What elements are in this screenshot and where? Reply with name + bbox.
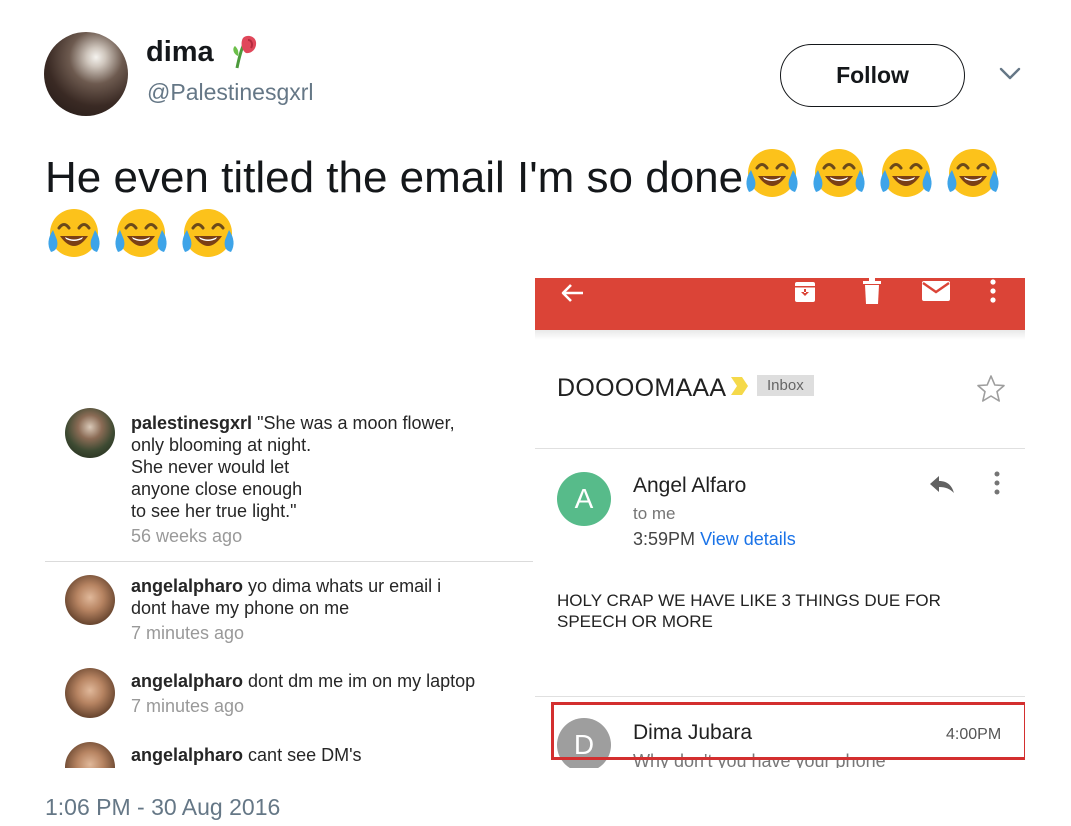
- archive-icon[interactable]: [793, 280, 817, 304]
- reply-icon[interactable]: [929, 474, 955, 494]
- message-time: 3:59PM View details: [633, 529, 796, 550]
- message-more-icon[interactable]: [993, 470, 1001, 496]
- display-name[interactable]: dima: [146, 36, 214, 69]
- sender-avatar[interactable]: A: [557, 472, 611, 526]
- comment-text: dont dm me im on my laptop: [248, 671, 476, 691]
- divider: [45, 561, 533, 562]
- face-with-tears-of-joy-icon: [880, 149, 932, 197]
- more-options-icon[interactable]: [988, 278, 998, 304]
- comment-username[interactable]: angelalpharo: [131, 671, 243, 691]
- comment-username[interactable]: angelalpharo: [131, 745, 243, 765]
- inbox-label[interactable]: Inbox: [757, 375, 814, 396]
- wilted-rose-icon: [233, 35, 257, 69]
- tweet-timestamp[interactable]: 1:06 PM - 30 Aug 2016: [45, 794, 280, 821]
- back-arrow-icon[interactable]: [559, 282, 585, 304]
- comment-username[interactable]: palestinesgxrl: [131, 413, 252, 433]
- avatar[interactable]: [44, 32, 128, 116]
- trash-icon[interactable]: [861, 278, 883, 304]
- tweet-text: He even titled the email I'm so done: [45, 146, 1045, 266]
- view-details-link[interactable]: View details: [700, 529, 796, 549]
- face-with-tears-of-joy-icon: [947, 149, 999, 197]
- message-time-value: 3:59PM: [633, 529, 696, 549]
- star-icon[interactable]: [976, 374, 1006, 404]
- comment-time: 56 weeks ago: [131, 526, 243, 546]
- chevron-down-icon[interactable]: [998, 64, 1022, 82]
- recipient-text: to me: [633, 504, 676, 523]
- comment-text: cant see DM's: [248, 745, 362, 765]
- mail-icon[interactable]: [921, 280, 951, 302]
- highlight-box: [551, 702, 1025, 760]
- gmail-screenshot: DOOOOMAAA Inbox A Angel Alfaro to me 3:5…: [535, 278, 1025, 768]
- email-body: HOLY CRAP WE HAVE LIKE 3 THINGS DUE FOR …: [557, 591, 941, 631]
- divider: [535, 448, 1025, 449]
- follow-button[interactable]: Follow: [780, 44, 965, 107]
- face-with-tears-of-joy-icon: [115, 209, 167, 257]
- face-with-tears-of-joy-icon: [746, 149, 798, 197]
- face-with-tears-of-joy-icon: [182, 209, 234, 257]
- avatar: [65, 742, 115, 768]
- avatar: [65, 575, 115, 625]
- tweet-text-content: He even titled the email I'm so done: [45, 153, 744, 202]
- gmail-toolbar: [535, 278, 1025, 330]
- face-with-tears-of-joy-icon: [813, 149, 865, 197]
- divider: [535, 696, 1025, 697]
- importance-marker-icon[interactable]: [731, 376, 749, 396]
- comment-time: 7 minutes ago: [131, 623, 245, 643]
- comment-time: 7 minutes ago: [131, 696, 245, 716]
- avatar: [65, 668, 115, 718]
- instagram-comments-screenshot: palestinesgxrl "She was a moon flower, o…: [45, 280, 533, 768]
- comment-username[interactable]: angelalpharo: [131, 576, 243, 596]
- user-handle[interactable]: @Palestinesgxrl: [147, 79, 314, 106]
- face-with-tears-of-joy-icon: [48, 209, 100, 257]
- sender-name: Angel Alfaro: [633, 474, 747, 497]
- email-subject: DOOOOMAAA: [557, 374, 727, 402]
- avatar: [65, 408, 115, 458]
